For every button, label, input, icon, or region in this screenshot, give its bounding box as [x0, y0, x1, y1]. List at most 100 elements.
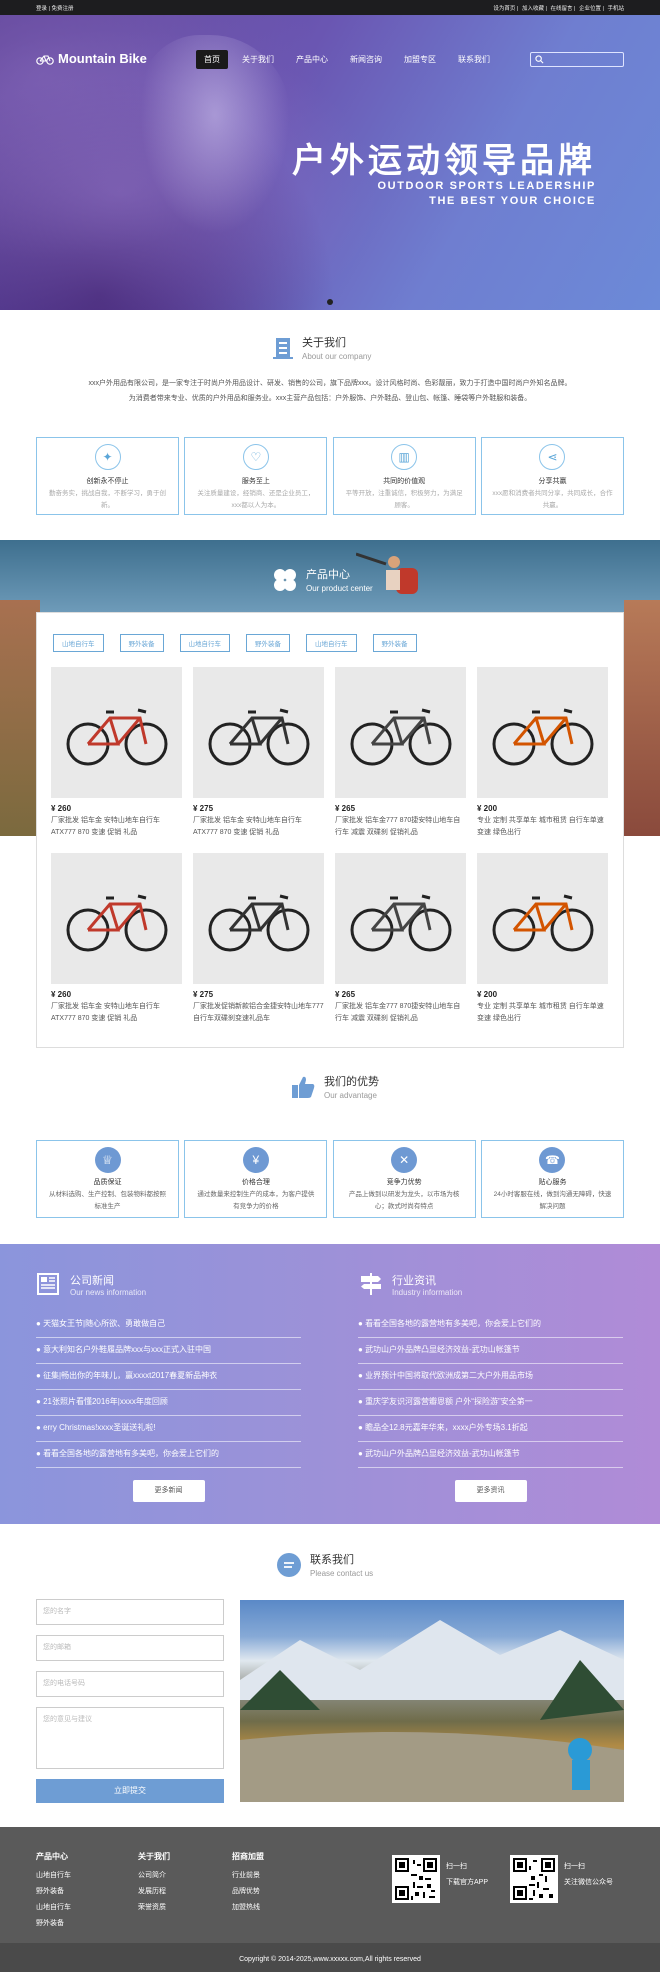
industry-news-title: 行业资讯 — [392, 1274, 436, 1287]
news-item[interactable]: ● 意大利知名户外鞋履品牌xxx与xxx正式入驻中国 — [36, 1338, 301, 1364]
advantage-heading: 我们的优势 Our advantage — [290, 1073, 379, 1100]
product-price: ¥ 275 — [193, 804, 214, 813]
qr-app-line2: 下载官方APP — [446, 1879, 489, 1886]
bike-icon — [350, 894, 451, 951]
more-news-button[interactable]: 更多新闻 — [132, 1480, 205, 1502]
message-field[interactable]: 您的意见与建议 — [36, 1707, 224, 1769]
product-price: ¥ 200 — [477, 804, 498, 813]
product-card[interactable]: ¥ 200 专业 定制 共享单车 城市租赁 自行车单速 变速 绿色出行 — [477, 853, 608, 1039]
name-field[interactable]: 您的名字 — [36, 1599, 224, 1625]
qr-code-app — [392, 1855, 440, 1903]
money-bag-icon: ¥ — [242, 1147, 269, 1173]
top-link[interactable]: 在线留言 — [550, 6, 572, 12]
product-desc[interactable]: 专业 定制 共享单车 城市租赁 自行车单速 变速 绿色出行 — [477, 1001, 608, 1025]
bike-image[interactable] — [51, 667, 182, 798]
search-icon[interactable] — [535, 55, 544, 64]
product-card[interactable]: ¥ 265 厂家批发 铝车金777 870捷安特山地车自行车 减震 双碟刹 促销礼… — [335, 667, 466, 853]
bike-icon — [492, 708, 593, 765]
product-price: ¥ 275 — [193, 990, 214, 999]
footer-link[interactable]: 公司简介 — [138, 1868, 170, 1884]
news-item[interactable]: ● 重庆学友识河露营瓣恩额 户外“探险游”安全第一 — [358, 1390, 623, 1416]
news-item[interactable]: ● 看看全国各地的露营地有多美吧，你会爱上它们的 — [358, 1312, 623, 1338]
carousel-dot[interactable] — [327, 299, 333, 305]
news-item[interactable]: ● 瞻品全12.8元嘉年华来，xxxx户外专场3.1折起 — [358, 1416, 623, 1442]
qr-wechat-line1: 扫一扫 — [564, 1863, 585, 1870]
product-desc[interactable]: 厂家批发 铝车金777 870捷安特山地车自行车 减震 双碟刹 促销礼品 — [335, 1001, 466, 1025]
login-register-link[interactable]: 登录 | 免费注册 — [36, 4, 74, 12]
bike-icon — [492, 894, 593, 951]
product-desc[interactable]: 厂家批发 铝车金 安特山地车自行车ATX777 870 变速 促销 礼品 — [193, 815, 324, 839]
top-links: 设为首页 | 加入收藏 | 在线留言 | 企业位置 | 手机站 — [493, 5, 624, 12]
about-title: 关于我们 — [302, 337, 346, 349]
about-text-line2: 为消费者带来专业、优质的户外用品和服务业。xxx主营产品包括：户外服饰、户外鞋品… — [128, 395, 532, 402]
top-link[interactable]: 企业位置 — [579, 6, 601, 12]
product-card[interactable]: ¥ 200 专业 定制 共享单车 城市租赁 自行车单速 变速 绿色出行 — [477, 667, 608, 853]
nav-about[interactable]: 关于我们 — [234, 50, 282, 69]
footer-link[interactable]: 野外装备 — [36, 1916, 71, 1932]
product-card[interactable]: ¥ 260 厂家批发 铝车金 安特山地车自行车ATX777 870 变速 促销 礼… — [51, 853, 182, 1039]
product-tag[interactable]: 山地自行车 — [53, 634, 104, 652]
product-card[interactable]: ¥ 275 厂家批发促销新款铝合金捷安特山地车777自行车双碟刹变速礼品车 — [193, 853, 324, 1039]
card-desc: 通过数量来控制生产的成本，为客户提供有竞争力的价格 — [197, 1191, 315, 1210]
product-tag[interactable]: 野外装备 — [372, 634, 417, 652]
product-tag[interactable]: 野外装备 — [246, 634, 290, 652]
bike-image[interactable] — [193, 667, 324, 798]
product-desc[interactable]: 厂家批发 铝车金777 870捷安特山地车自行车 减震 双碟刹 促销礼品 — [335, 815, 466, 839]
nav-products[interactable]: 产品中心 — [288, 50, 336, 69]
product-desc[interactable]: 专业 定制 共享单车 城市租赁 自行车单速 变速 绿色出行 — [477, 815, 608, 839]
product-tag[interactable]: 山地自行车 — [306, 634, 357, 652]
footer-link[interactable]: 山地自行车 — [36, 1900, 71, 1916]
news-item[interactable]: ● 征集|畅出你的年味儿，赢xxxxt2017春夏新品神衣 — [36, 1364, 301, 1390]
qr-app-line1: 扫一扫 — [446, 1863, 467, 1870]
product-desc[interactable]: 厂家批发 铝车金 安特山地车自行车ATX777 870 变速 促销 礼品 — [51, 815, 182, 839]
news-item[interactable]: ● 看看全国各地的露营地有多美吧，你会爱上它们的 — [36, 1442, 301, 1468]
industry-news: 行业资讯 Industry information ● 看看全国各地的露营地有多… — [358, 1270, 623, 1502]
bike-image[interactable] — [477, 853, 608, 984]
news-item[interactable]: ● 业界预计中国将取代欧洲成第二大户外用品市场 — [358, 1364, 623, 1390]
product-card[interactable]: ¥ 260 厂家批发 铝车金 安特山地车自行车ATX777 870 变速 促销 礼… — [51, 667, 182, 853]
news-item[interactable]: ● 武功山户外品牌凸显经济效益-武功山帐篷节 — [358, 1338, 623, 1364]
bike-image[interactable] — [193, 853, 324, 984]
nav-contact[interactable]: 联系我们 — [450, 50, 498, 69]
qr-code-wechat — [510, 1855, 558, 1903]
bike-image[interactable] — [335, 853, 466, 984]
news-item[interactable]: ● 21张照片看懂2016年|xxxx年度回顾 — [36, 1390, 301, 1416]
site-logo[interactable]: Mountain Bike — [36, 51, 147, 66]
footer-link[interactable]: 荣誉资质 — [138, 1900, 170, 1916]
search-input[interactable] — [530, 52, 624, 67]
bike-image[interactable] — [51, 853, 182, 984]
product-card[interactable]: ¥ 265 厂家批发 铝车金777 870捷安特山地车自行车 减震 双碟刹 促销礼… — [335, 853, 466, 1039]
nav-home[interactable]: 首页 — [196, 50, 228, 69]
submit-button[interactable]: 立即提交 — [36, 1779, 224, 1803]
nav-news[interactable]: 新闻咨询 — [342, 50, 390, 69]
top-link[interactable]: 手机站 — [607, 6, 624, 12]
bike-image[interactable] — [335, 667, 466, 798]
news-item[interactable]: ● 天猫女王节|随心所欲、勇敢做自己 — [36, 1312, 301, 1338]
advantage-subtitle: Our advantage — [324, 1091, 377, 1100]
footer-link[interactable]: 野外装备 — [36, 1884, 71, 1900]
top-link[interactable]: 加入收藏 — [522, 6, 544, 12]
footer-col-about: 关于我们 公司简介 发展历程 荣誉资质 — [138, 1851, 170, 1916]
footer-link[interactable]: 山地自行车 — [36, 1868, 71, 1884]
bike-image[interactable] — [477, 667, 608, 798]
footer-link[interactable]: 加盟热线 — [232, 1900, 264, 1916]
news-item[interactable]: ● erry Christmas!xxxx圣诞送礼啦! — [36, 1416, 301, 1442]
product-tag[interactable]: 山地自行车 — [179, 634, 230, 652]
news-item[interactable]: ● 武功山户外品牌凸显经济效益-武功山帐篷节 — [358, 1442, 623, 1468]
top-bar: 登录 | 免费注册 设为首页 | 加入收藏 | 在线留言 | 企业位置 | 手机… — [0, 0, 660, 15]
top-link[interactable]: 设为首页 — [493, 6, 515, 12]
product-card[interactable]: ¥ 275 厂家批发 铝车金 安特山地车自行车ATX777 870 变速 促销 礼… — [193, 667, 324, 853]
product-desc[interactable]: 厂家批发促销新款铝合金捷安特山地车777自行车双碟刹变速礼品车 — [193, 1001, 324, 1025]
mountain-scene — [240, 1620, 624, 1802]
more-industry-button[interactable]: 更多资讯 — [454, 1480, 527, 1502]
footer-link[interactable]: 品牌优势 — [232, 1884, 264, 1900]
email-field[interactable]: 您的邮箱 — [36, 1635, 224, 1661]
product-desc[interactable]: 厂家批发 铝车金 安特山地车自行车ATX777 870 变速 促销 礼品 — [51, 1001, 182, 1025]
footer-link[interactable]: 发展历程 — [138, 1884, 170, 1900]
advantage-title: 我们的优势 — [324, 1076, 379, 1088]
phone-field[interactable]: 您的电话号码 — [36, 1671, 224, 1697]
nav-franchise[interactable]: 加盟专区 — [396, 50, 444, 69]
product-tag[interactable]: 野外装备 — [119, 634, 164, 652]
innovation-icon: ✦ — [94, 444, 121, 470]
footer-link[interactable]: 行业前景 — [232, 1868, 264, 1884]
